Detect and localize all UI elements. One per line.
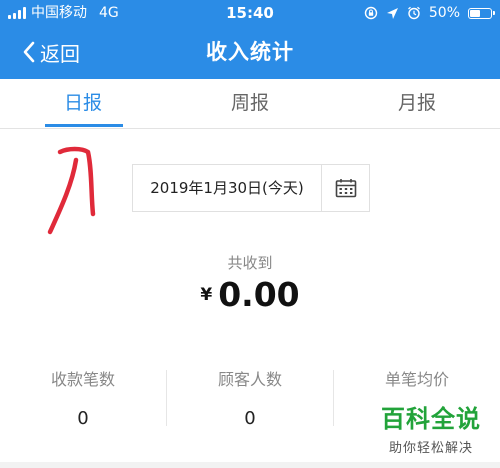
stat-label: 顾客人数 [217,370,282,389]
watermark: 百科全说 助你轻松解决 [376,405,486,456]
app-header: 中国移动 4G 15:40 50% 返回 收入统计 [0,0,500,79]
total-received-label: 共收到 [227,254,273,272]
status-right: 50% [364,0,495,26]
battery-percent: 50% [428,5,460,21]
bottom-strip [0,462,500,468]
watermark-title: 百科全说 [381,405,481,433]
stat-label: 单笔均价 [384,370,449,389]
status-bar: 中国移动 4G 15:40 50% [0,0,500,26]
tab-weekly[interactable]: 周报 [167,79,333,128]
tab-daily[interactable]: 日报 [0,79,166,128]
stat-label: 收款笔数 [50,370,115,389]
battery-icon [468,7,495,19]
watermark-subtitle: 助你轻松解决 [388,441,473,456]
report-tabs: 日报 周报 月报 [0,79,500,129]
nav-bar: 返回 收入统计 [0,26,500,79]
stat-customer-count: 顾客人数 0 [167,368,333,429]
alarm-icon [407,6,420,20]
page-title: 收入统计 [206,40,294,64]
stat-value: 0 [77,408,89,429]
calendar-icon [335,179,356,198]
date-picker: 2019年1月30日(今天) [132,164,370,212]
orientation-lock-icon [364,6,378,20]
date-value[interactable]: 2019年1月30日(今天) [133,165,321,211]
total-received-amount: ¥0.00 [0,275,500,314]
stat-payment-count: 收款笔数 0 [0,368,166,429]
calendar-button[interactable] [322,165,369,211]
location-icon [386,7,398,19]
battery-fill [470,9,480,17]
tab-monthly[interactable]: 月报 [334,79,500,128]
amount-value: 0.00 [218,275,300,314]
red-annotation-mark [47,146,96,235]
active-tab-indicator [45,124,123,127]
currency-symbol: ¥ [200,284,213,305]
stat-value: 0 [244,408,256,429]
